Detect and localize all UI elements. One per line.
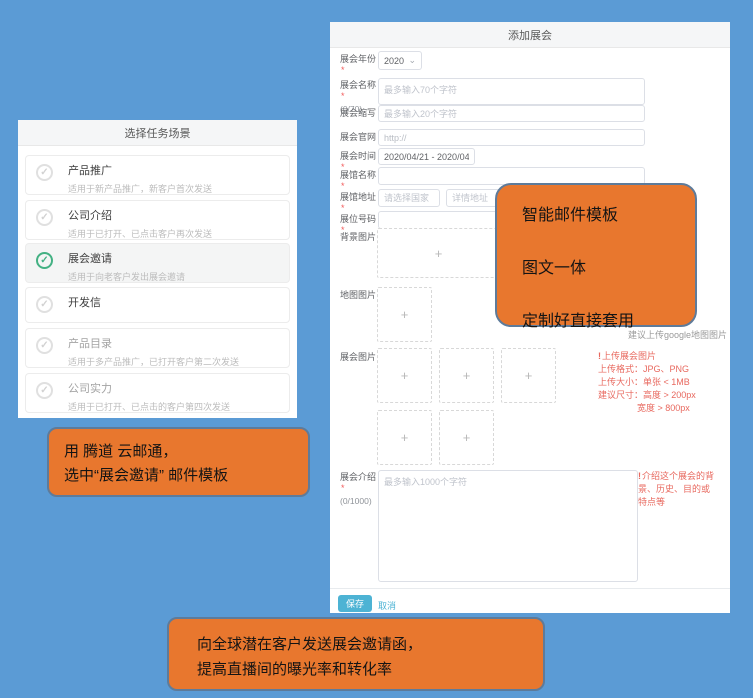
venue-label: 展馆名称* (340, 170, 380, 192)
check-icon: ✓ (36, 382, 53, 399)
address-label: 展馆地址* (340, 192, 380, 214)
scene-item-subtitle: 适用于新产品推广，新客户首次发送 (68, 182, 283, 195)
plus-icon: + (525, 368, 533, 383)
intro-counter: (0/1000) (340, 496, 380, 507)
plus-icon: + (401, 307, 409, 322)
website-input-wrap: http:// (378, 129, 645, 146)
callout-line: 选中“展会邀请” 邮件模板 (64, 464, 308, 488)
website-label: 展会官网 (340, 132, 380, 143)
photo-upload-4[interactable]: + (377, 410, 432, 465)
alert-icon: ! (598, 351, 601, 361)
plus-icon: + (463, 430, 471, 445)
callout-line: 定制好直接套用 (522, 307, 695, 331)
scene-item-title: 产品目录 (68, 335, 283, 351)
abbr-input[interactable] (378, 105, 645, 122)
scene-item-subtitle: 适用于多产品推广，已打开客户第二次发送 (68, 355, 283, 368)
scene-item-dev-letter[interactable]: ✓ 开发信 (25, 287, 290, 323)
chevron-down-icon: ⌄ (408, 55, 416, 66)
check-icon: ✓ (36, 164, 53, 181)
callout-usage-instruction: 用 腾道 云邮通， 选中“展会邀请” 邮件模板 (47, 427, 310, 497)
page-background: 选择任务场景 ✓ 产品推广 适用于新产品推广，新客户首次发送 ✓ 公司介绍 适用… (0, 0, 753, 698)
plus-icon: + (401, 430, 409, 445)
intro-hint: !介绍这个展会的背景、历史、目的或特点等 (638, 470, 718, 509)
year-select[interactable]: 2020 ⌄ (378, 51, 422, 70)
scene-chooser-panel: 选择任务场景 ✓ 产品推广 适用于新产品推广，新客户首次发送 ✓ 公司介绍 适用… (18, 120, 297, 418)
bg-image-label: 背景图片 (340, 232, 380, 243)
scene-item-title: 公司介绍 (68, 207, 283, 223)
photo-upload-2[interactable]: + (439, 348, 494, 403)
scene-item-company-intro[interactable]: ✓ 公司介绍 适用于已打开、已点击客户再次发送 (25, 200, 290, 240)
scene-item-product-promo[interactable]: ✓ 产品推广 适用于新产品推广，新客户首次发送 (25, 155, 290, 195)
intro-label: 展会介绍* (0/1000) (340, 472, 380, 507)
year-value: 2020 (384, 56, 404, 66)
map-image-label: 地图图片 (340, 290, 380, 301)
photo-upload-3[interactable]: + (501, 348, 556, 403)
time-range-input[interactable] (378, 148, 475, 165)
url-prefix: http:// (384, 133, 407, 143)
photos-label: 展会图片 (340, 352, 380, 363)
check-icon: ✓ (36, 209, 53, 226)
address-country-input[interactable] (378, 189, 440, 207)
footer-divider (330, 588, 730, 589)
photos-hint: !上传展会图片 上传格式：JPG、PNG 上传大小：单张 < 1MB 建议尺寸：… (598, 350, 723, 415)
callout-smart-template: 智能邮件模板 图文一体 定制好直接套用 (495, 183, 697, 327)
year-label: 展会年份* (340, 54, 380, 76)
scene-item-title: 公司实力 (68, 380, 283, 396)
scene-item-title: 展会邀请 (68, 250, 283, 266)
callout-goal-description: 向全球潜在客户发送展会邀请函， 提高直播间的曝光率和转化率 (167, 617, 545, 691)
check-icon: ✓ (36, 296, 53, 313)
map-image-upload[interactable]: + (377, 287, 432, 342)
intro-textarea[interactable] (378, 470, 638, 582)
photos-upload-grid: + + + + + (377, 348, 557, 465)
scene-panel-title: 选择任务场景 (18, 120, 297, 146)
photo-upload-5[interactable]: + (439, 410, 494, 465)
check-selected-icon: ✓ (36, 252, 53, 269)
form-panel-title: 添加展会 (330, 22, 730, 48)
scene-item-title: 开发信 (68, 294, 283, 310)
check-icon: ✓ (36, 337, 53, 354)
cancel-button[interactable]: 取消 (378, 599, 396, 612)
scene-item-product-catalog[interactable]: ✓ 产品目录 适用于多产品推广，已打开客户第二次发送 (25, 328, 290, 368)
callout-line: 提高直播间的曝光率和转化率 (197, 657, 543, 682)
bg-image-upload[interactable]: + (377, 228, 500, 278)
plus-icon: + (401, 368, 409, 383)
alert-icon: ! (638, 471, 641, 481)
scene-item-subtitle: 适用于向老客户发出展会邀请 (68, 270, 283, 283)
scene-item-company-strength[interactable]: ✓ 公司实力 适用于已打开、已点击的客户第四次发送 (25, 373, 290, 413)
scene-item-exhibition-invite[interactable]: ✓ 展会邀请 适用于向老客户发出展会邀请 (25, 243, 290, 283)
callout-line: 用 腾道 云邮通， (64, 440, 308, 464)
plus-icon: + (435, 246, 443, 261)
website-input[interactable] (410, 133, 639, 143)
scene-item-subtitle: 适用于已打开、已点击的客户第四次发送 (68, 400, 283, 413)
scene-item-title: 产品推广 (68, 162, 283, 178)
photo-upload-1[interactable]: + (377, 348, 432, 403)
callout-line: 图文一体 (522, 254, 695, 278)
save-button[interactable]: 保存 (338, 595, 372, 612)
name-textarea[interactable] (378, 78, 645, 105)
callout-line: 向全球潜在客户发送展会邀请函， (197, 632, 543, 657)
callout-line: 智能邮件模板 (522, 201, 695, 225)
scene-item-subtitle: 适用于已打开、已点击客户再次发送 (68, 227, 283, 240)
abbr-label: 展会缩写 (340, 108, 380, 119)
plus-icon: + (463, 368, 471, 383)
